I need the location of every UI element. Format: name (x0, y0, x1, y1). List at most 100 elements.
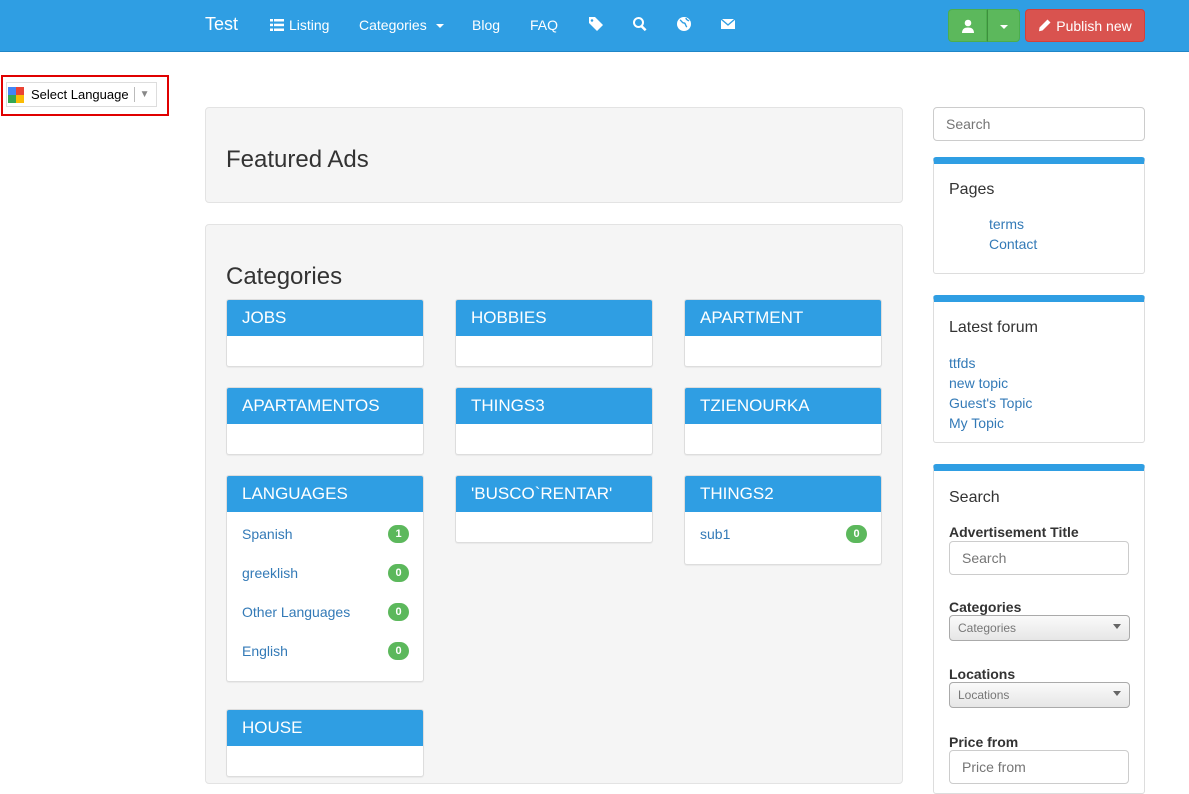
count-badge: 1 (388, 525, 409, 543)
subcategory-link[interactable]: sub1 (700, 526, 730, 542)
subcategory-row: Spanish 1 (227, 515, 423, 554)
category-card: TZIENOURKA (684, 387, 882, 455)
locations-select-value: Locations (958, 688, 1010, 702)
publish-new-label: Publish new (1056, 17, 1132, 34)
subcategory-row: Other Languages 0 (227, 593, 423, 632)
category-card: THINGS2 sub1 0 (684, 475, 882, 565)
chevron-down-icon: ▼ (139, 89, 150, 100)
user-icon (961, 19, 974, 33)
category-card-body (456, 512, 652, 542)
featured-ads-section: Featured Ads (205, 107, 903, 203)
category-card-body: Spanish 1 greeklish 0 Other Languages 0 Englis… (227, 512, 423, 681)
pages-panel: Pages terms Contact (933, 157, 1145, 274)
forum-link[interactable]: Guest's Topic (949, 395, 1032, 411)
publish-new-button[interactable]: Publish new (1025, 9, 1145, 42)
list-icon (270, 19, 284, 31)
categories-select-value: Categories (958, 621, 1017, 635)
nav-listing[interactable]: Listing (270, 17, 329, 33)
user-button[interactable] (948, 9, 987, 42)
locations-filter-label: Locations (949, 666, 1016, 682)
category-card: LANGUAGES Spanish 1 greeklish 0 Other Languag… (226, 475, 424, 682)
category-card: HOBBIES (455, 299, 653, 367)
subcategory-row: greeklish 0 (227, 554, 423, 593)
pages-panel-title: Pages (949, 181, 995, 198)
nav-blog[interactable]: Blog (472, 17, 500, 33)
featured-ads-title: Featured Ads (226, 146, 369, 173)
tags-icon[interactable] (588, 16, 604, 32)
subcategory-link[interactable]: Other Languages (242, 604, 350, 620)
categories-select[interactable]: Categories (949, 615, 1130, 641)
category-card: APARTAMENTOS (226, 387, 424, 455)
category-card-body (456, 424, 652, 454)
category-title-link[interactable]: 'BUSCO`RENTAR' (456, 476, 652, 512)
chevron-down-icon (1113, 691, 1121, 696)
nav-listing-label: Listing (289, 17, 330, 33)
subcategory-row: sub1 0 (685, 515, 881, 554)
latest-forum-panel: Latest forum ttfds new topic Guest's Top… (933, 295, 1145, 443)
category-card-body (456, 336, 652, 366)
search-form-panel: Search Advertisement Title Categories Ca… (933, 464, 1145, 794)
divider (133, 87, 135, 102)
google-translate-icon (8, 86, 24, 103)
ad-title-input[interactable] (949, 541, 1129, 575)
language-selector-highlight: Select Language ▼ (1, 75, 169, 116)
category-card-body: sub1 0 (685, 512, 881, 564)
nav-categories-label: Categories (359, 17, 427, 33)
envelope-icon[interactable] (720, 16, 736, 32)
category-card-body (227, 336, 423, 366)
category-title-link[interactable]: JOBS (227, 300, 423, 336)
categories-title: Categories (226, 263, 343, 290)
category-card-body (685, 424, 881, 454)
forum-link[interactable]: new topic (949, 375, 1008, 391)
search-form-title: Search (949, 489, 1000, 506)
category-title-link[interactable]: TZIENOURKA (685, 388, 881, 424)
category-title-link[interactable]: HOUSE (227, 710, 423, 746)
category-card: JOBS (226, 299, 424, 367)
category-card: APARTMENT (684, 299, 882, 367)
category-title-link[interactable]: THINGS3 (456, 388, 652, 424)
language-select[interactable]: Select Language ▼ (6, 82, 157, 107)
subcategory-link[interactable]: English (242, 643, 288, 659)
caret-down-icon (999, 24, 1008, 29)
page-link-contact[interactable]: Contact (989, 236, 1037, 252)
count-badge: 0 (388, 603, 409, 621)
category-card-body (227, 424, 423, 454)
nav-faq[interactable]: FAQ (530, 17, 558, 33)
caret-down-icon (435, 24, 444, 28)
brand-link[interactable]: Test (205, 14, 238, 35)
count-badge: 0 (388, 564, 409, 582)
category-card: THINGS3 (455, 387, 653, 455)
user-button-group (948, 9, 1020, 42)
category-card-body (685, 336, 881, 366)
category-title-link[interactable]: HOBBIES (456, 300, 652, 336)
language-select-label: Select Language (31, 87, 129, 102)
top-navbar: Test Listing Categories Blog FAQ Publish… (0, 0, 1189, 52)
count-badge: 0 (388, 642, 409, 660)
subcategory-link[interactable]: Spanish (242, 526, 293, 542)
locations-select[interactable]: Locations (949, 682, 1130, 708)
chevron-down-icon (1113, 624, 1121, 629)
sidebar-search-input[interactable] (933, 107, 1145, 141)
count-badge: 0 (846, 525, 867, 543)
pencil-icon (1039, 19, 1051, 32)
ad-title-label: Advertisement Title (949, 524, 1079, 540)
forum-link[interactable]: My Topic (949, 415, 1004, 431)
page-link-terms[interactable]: terms (989, 216, 1024, 232)
category-title-link[interactable]: THINGS2 (685, 476, 881, 512)
subcategory-row: English 0 (227, 632, 423, 671)
nav-categories-dropdown[interactable]: Categories (359, 17, 444, 33)
category-title-link[interactable]: LANGUAGES (227, 476, 423, 512)
category-title-link[interactable]: APARTMENT (685, 300, 881, 336)
user-dropdown-toggle[interactable] (987, 9, 1020, 42)
categories-filter-label: Categories (949, 599, 1022, 615)
search-icon[interactable] (632, 16, 648, 32)
price-from-label: Price from (949, 734, 1019, 750)
latest-forum-title: Latest forum (949, 319, 1038, 336)
category-card: 'BUSCO`RENTAR' (455, 475, 653, 543)
category-card-body (227, 746, 423, 776)
forum-link[interactable]: ttfds (949, 355, 975, 371)
price-from-input[interactable] (949, 750, 1129, 784)
globe-icon[interactable] (676, 16, 692, 32)
category-title-link[interactable]: APARTAMENTOS (227, 388, 423, 424)
subcategory-link[interactable]: greeklish (242, 565, 298, 581)
